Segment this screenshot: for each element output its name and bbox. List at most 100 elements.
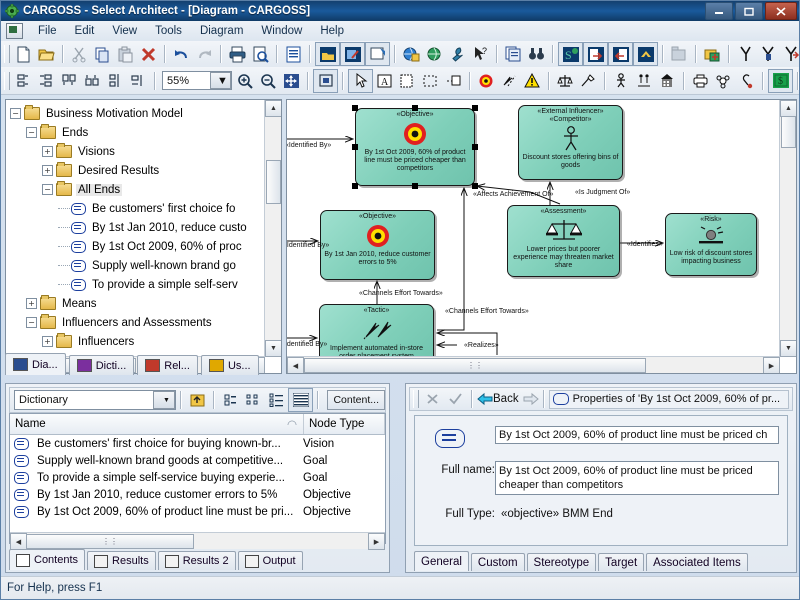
content-button[interactable]: Content... xyxy=(327,390,385,410)
find-binoculars-icon[interactable] xyxy=(525,43,548,65)
toolbar-grip[interactable] xyxy=(4,71,10,90)
sync-model-icon[interactable]: S xyxy=(558,42,583,66)
table-row[interactable]: Be customers' first choice for buying kn… xyxy=(10,435,385,452)
selection-rect-icon[interactable] xyxy=(419,70,442,92)
tree-item[interactable]: By 1st Jan 2010, reduce custo xyxy=(10,218,265,237)
tree-item[interactable]: Supply well-known brand go xyxy=(10,256,265,275)
diagram-horizontal-scrollbar[interactable]: ◀ ⋮⋮ ▶ xyxy=(287,356,780,373)
table-row[interactable]: Supply well-known brand goods at competi… xyxy=(10,452,385,469)
expand-icon[interactable]: + xyxy=(42,146,53,157)
print-icon[interactable] xyxy=(226,43,249,65)
zoom-fit-icon[interactable] xyxy=(280,70,303,92)
selection-handle[interactable] xyxy=(472,105,478,111)
properties-icon[interactable] xyxy=(282,43,305,65)
toolbar-grip[interactable] xyxy=(413,390,419,408)
document-window-icon[interactable] xyxy=(6,23,23,39)
bottom-tab-results[interactable]: Results xyxy=(87,551,156,570)
tree-tab-rel[interactable]: Rel... xyxy=(137,355,198,375)
properties-tab-associateditems[interactable]: Associated Items xyxy=(646,553,748,571)
scroll-up-button[interactable]: ▲ xyxy=(780,100,796,117)
influencer-icon[interactable] xyxy=(577,70,600,92)
print-preview-icon[interactable] xyxy=(249,43,272,65)
actor-icon[interactable] xyxy=(610,70,633,92)
properties-tab-stereotype[interactable]: Stereotype xyxy=(526,553,597,571)
tree-vertical-scrollbar[interactable]: ▲ ▼ xyxy=(264,100,281,357)
chevron-down-icon[interactable]: ▼ xyxy=(210,72,231,89)
printer-icon[interactable] xyxy=(689,70,712,92)
tree-item[interactable]: + Desired Results xyxy=(10,161,265,180)
selection-handle[interactable] xyxy=(352,183,358,189)
menu-help[interactable]: Help xyxy=(311,23,353,39)
cancel-x-icon[interactable] xyxy=(421,388,444,410)
tree-item[interactable]: + Means xyxy=(10,294,265,313)
scroll-left-button[interactable]: ◀ xyxy=(287,357,304,373)
details-icon[interactable] xyxy=(265,389,288,411)
selection-handle[interactable] xyxy=(352,105,358,111)
report-view-icon[interactable] xyxy=(288,388,314,412)
selection-handle[interactable] xyxy=(412,183,418,189)
properties-tab-general[interactable]: General xyxy=(414,551,469,571)
name-field[interactable]: By 1st Oct 2009, 60% of product line mus… xyxy=(495,426,779,444)
tree-item[interactable]: − All Ends xyxy=(10,180,265,199)
tree-scroll-thumb[interactable] xyxy=(266,160,281,204)
column-header-node-type[interactable]: Node Type xyxy=(304,414,385,434)
open-diagram-icon[interactable] xyxy=(315,42,340,66)
properties-tab-target[interactable]: Target xyxy=(598,553,645,571)
diagram-node-tactic[interactable]: «Tactic» Implement automated in-store ord… xyxy=(319,304,434,357)
selection-handle[interactable] xyxy=(472,183,478,189)
organisation-icon[interactable] xyxy=(633,70,656,92)
table-row[interactable]: To provide a simple self-service buying … xyxy=(10,469,385,486)
diagram-node-assessment[interactable]: «Assessment» Lower prices but poorer expe… xyxy=(507,205,620,277)
diagram-canvas[interactable]: «Objective» By 1st Oct 2009, 60% of produ… xyxy=(287,100,780,357)
align-bottom-icon[interactable] xyxy=(81,70,104,92)
menu-edit[interactable]: Edit xyxy=(66,23,104,39)
diagram-node-external-influencer-competitor[interactable]: «External Influencer» «Competitor» Discoun… xyxy=(518,105,623,180)
tree-tab-dia[interactable]: Dia... xyxy=(5,353,66,375)
tree-item[interactable]: − Ends xyxy=(10,123,265,142)
zoom-region-icon[interactable] xyxy=(313,68,338,93)
close-button[interactable] xyxy=(765,2,797,20)
cut-scissors-icon[interactable] xyxy=(68,43,91,65)
minimize-button[interactable] xyxy=(705,2,733,20)
dictionary-grid[interactable]: Name ◠ Node Type Be customers' first cho… xyxy=(9,413,386,544)
globe-icon[interactable] xyxy=(423,43,446,65)
up-one-level-icon[interactable] xyxy=(186,389,209,411)
process-icon[interactable] xyxy=(712,70,735,92)
apply-check-icon[interactable] xyxy=(444,388,467,410)
export-right-icon[interactable] xyxy=(583,42,608,66)
branch-icon[interactable] xyxy=(734,43,757,65)
menu-view[interactable]: View xyxy=(103,23,146,39)
tree-tab-us[interactable]: Us... xyxy=(200,355,259,375)
diagram-node-objective-oct[interactable]: «Objective» By 1st Oct 2009, 60% of produ… xyxy=(355,108,475,186)
dictionary-hscroll-thumb[interactable]: ⋮⋮ xyxy=(26,534,194,549)
report-icon[interactable] xyxy=(502,43,525,65)
diagram-node-risk[interactable]: «Risk» Low risk of discount stores impact… xyxy=(665,213,757,276)
package-add-icon[interactable] xyxy=(701,43,724,65)
bottom-tab-results2[interactable]: Results 2 xyxy=(157,551,236,570)
menu-window[interactable]: Window xyxy=(252,23,311,39)
maximize-restore-button[interactable] xyxy=(735,2,763,20)
diagram-vertical-scrollbar[interactable]: ▲ ▼ xyxy=(779,100,796,357)
web-publish-icon[interactable] xyxy=(400,43,423,65)
select-pointer-icon[interactable] xyxy=(348,68,373,93)
tree-item[interactable]: − Business Motivation Model xyxy=(10,104,265,123)
tree-item[interactable]: + Influencers xyxy=(10,332,265,351)
selection-handle[interactable] xyxy=(472,144,478,150)
tactic-arrows-icon[interactable] xyxy=(498,70,521,92)
diagram-properties-icon[interactable] xyxy=(365,42,390,66)
back-arrow-icon[interactable] xyxy=(477,388,493,410)
zoom-out-icon[interactable] xyxy=(257,70,280,92)
assessment-scales-icon[interactable] xyxy=(554,70,577,92)
table-row[interactable]: By 1st Jan 2010, reduce customer errors … xyxy=(10,486,385,503)
bottom-tab-contents[interactable]: Contents xyxy=(9,549,86,570)
collapse-icon[interactable]: − xyxy=(10,108,21,119)
model-tree[interactable]: − Business Motivation Model − Ends + Visions +… xyxy=(6,100,265,357)
expand-icon[interactable]: + xyxy=(26,298,37,309)
zoom-combo[interactable]: 55% ▼ xyxy=(162,71,232,90)
edit-diagram-icon[interactable] xyxy=(340,42,365,66)
back-label[interactable]: Back xyxy=(493,393,519,405)
branch-add-icon[interactable] xyxy=(780,43,800,65)
selection-handle[interactable] xyxy=(352,144,358,150)
redo-icon[interactable] xyxy=(193,43,216,65)
text-box-icon[interactable]: A xyxy=(373,70,396,92)
